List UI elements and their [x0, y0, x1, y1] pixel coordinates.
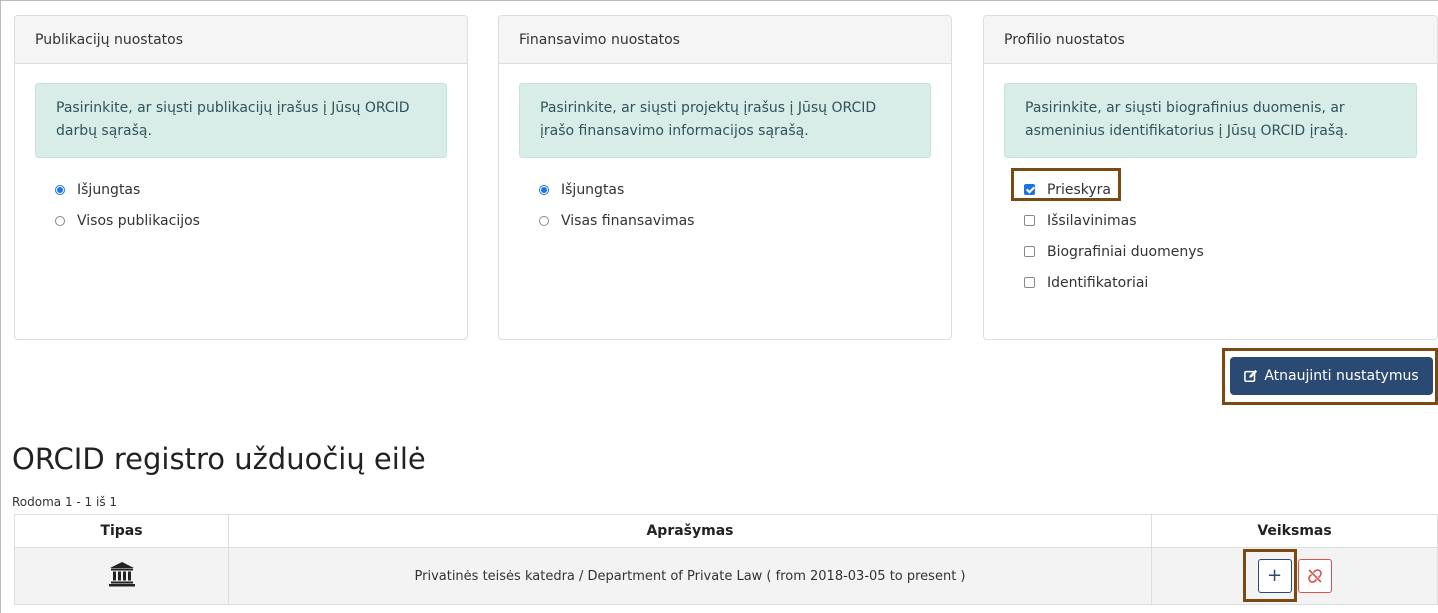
radio-selected-icon[interactable] [539, 184, 549, 195]
info-box: Pasirinkite, ar siųsti projektų įrašus į… [519, 83, 931, 158]
funding-settings-panel: Finansavimo nuostatos Pasirinkite, ar si… [498, 15, 952, 340]
option-label: Išjungtas [561, 181, 625, 198]
radio-disabled-funding[interactable]: Išjungtas [539, 174, 951, 205]
checkbox-icon[interactable] [1024, 277, 1035, 288]
institution-icon [108, 562, 135, 587]
checkbox-icon[interactable] [1024, 246, 1035, 257]
panel-heading: Finansavimo nuostatos [499, 16, 951, 64]
column-header-description: Aprašymas [228, 514, 1152, 548]
radio-disabled-publications[interactable]: Išjungtas [55, 174, 467, 205]
info-box: Pasirinkite, ar siųsti publikacijų įrašu… [35, 83, 447, 158]
description-cell: Privatinės teisės katedra / Department o… [228, 547, 1152, 605]
radio-icon[interactable] [539, 215, 549, 226]
update-settings-label: Atnaujinti nustatymus [1264, 368, 1419, 384]
highlight-frame [1243, 549, 1297, 602]
unlink-icon [1307, 569, 1322, 583]
publications-settings-panel: Publikacijų nuostatos Pasirinkite, ar si… [14, 15, 468, 340]
option-label: Biografiniai duomenys [1047, 243, 1204, 260]
option-label: Visos publikacijos [77, 212, 200, 229]
queue-title: ORCID registro užduočių eilė [12, 442, 426, 476]
option-label: Išjungtas [77, 181, 141, 198]
radio-all-publications[interactable]: Visos publikacijos [55, 205, 467, 236]
panel-heading: Profilio nuostatos [984, 16, 1437, 64]
radio-selected-icon[interactable] [55, 184, 65, 195]
type-cell [14, 547, 229, 605]
highlight-frame [1011, 168, 1121, 201]
table-row: Privatinės teisės katedra / Department o… [14, 547, 1438, 605]
column-header-action: Veiksmas [1151, 514, 1438, 548]
option-label: Identifikatoriai [1047, 274, 1149, 291]
option-label: Išsilavinimas [1047, 212, 1137, 229]
column-header-type: Tipas [14, 514, 229, 548]
edit-icon [1244, 369, 1258, 383]
unlink-button[interactable] [1297, 559, 1332, 593]
update-settings-button[interactable]: Atnaujinti nustatymus [1230, 357, 1433, 395]
radio-icon[interactable] [55, 215, 65, 226]
checkbox-icon[interactable] [1024, 215, 1035, 226]
info-box: Pasirinkite, ar siųsti biografinius duom… [1004, 83, 1417, 158]
queue-table: Tipas Aprašymas Veiksmas Privatinės teis… [14, 514, 1438, 605]
panel-heading: Publikacijų nuostatos [15, 16, 467, 64]
results-count: Rodoma 1 - 1 iš 1 [12, 495, 118, 509]
option-label: Visas finansavimas [561, 212, 695, 229]
checkbox-identifiers[interactable]: Identifikatoriai [1024, 267, 1437, 298]
radio-all-funding[interactable]: Visas finansavimas [539, 205, 951, 236]
checkbox-education[interactable]: Išsilavinimas [1024, 205, 1437, 236]
checkbox-biography[interactable]: Biografiniai duomenys [1024, 236, 1437, 267]
